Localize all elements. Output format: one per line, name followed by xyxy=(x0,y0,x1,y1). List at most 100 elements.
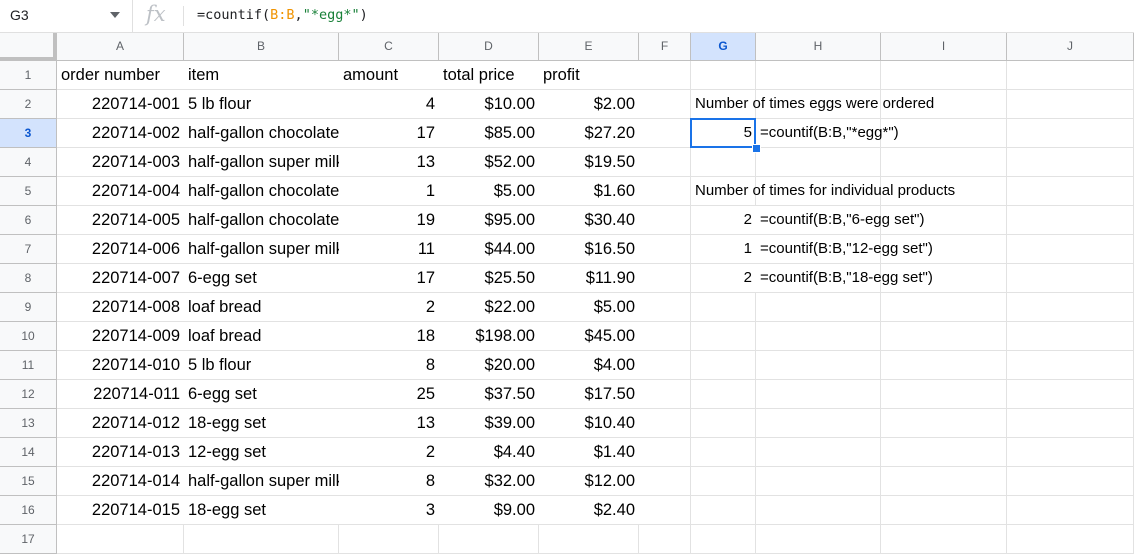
column-header-g[interactable]: G xyxy=(691,33,756,61)
column-header-d[interactable]: D xyxy=(439,33,539,61)
grid-cell[interactable] xyxy=(1007,148,1134,177)
grid-cell[interactable] xyxy=(881,380,1007,409)
grid-cell[interactable] xyxy=(639,264,691,293)
row-header-7[interactable]: 7 xyxy=(0,235,57,264)
grid-cell[interactable] xyxy=(639,148,691,177)
grid-cell[interactable] xyxy=(339,525,439,554)
grid-cell[interactable] xyxy=(639,467,691,496)
grid-cell[interactable] xyxy=(691,380,756,409)
name-box[interactable]: G3 xyxy=(0,0,133,32)
grid-cell[interactable] xyxy=(1007,293,1134,322)
column-header-a[interactable]: A xyxy=(57,33,184,61)
grid-cell[interactable] xyxy=(756,467,881,496)
grid-cell[interactable] xyxy=(756,409,881,438)
row-header-8[interactable]: 8 xyxy=(0,264,57,293)
grid-cell[interactable] xyxy=(756,293,881,322)
grid-cell[interactable] xyxy=(639,119,691,148)
grid-cell[interactable] xyxy=(881,467,1007,496)
grid-cell[interactable] xyxy=(639,293,691,322)
grid-cell[interactable] xyxy=(1007,496,1134,525)
grid-cell[interactable] xyxy=(881,409,1007,438)
grid-cell[interactable] xyxy=(639,525,691,554)
grid-cell[interactable] xyxy=(1007,525,1134,554)
grid-cell[interactable] xyxy=(184,525,339,554)
fill-handle[interactable] xyxy=(752,144,761,153)
grid-cell[interactable] xyxy=(639,235,691,264)
grid-cell[interactable] xyxy=(1007,467,1134,496)
row-header-16[interactable]: 16 xyxy=(0,496,57,525)
grid-cell[interactable] xyxy=(881,438,1007,467)
grid-cell[interactable] xyxy=(639,206,691,235)
column-header-b[interactable]: B xyxy=(184,33,339,61)
row-header-4[interactable]: 4 xyxy=(0,148,57,177)
column-header-e[interactable]: E xyxy=(539,33,639,61)
grid-cell[interactable] xyxy=(756,438,881,467)
grid-cell[interactable] xyxy=(756,351,881,380)
grid-cell[interactable] xyxy=(639,380,691,409)
row-header-11[interactable]: 11 xyxy=(0,351,57,380)
grid-cell[interactable] xyxy=(756,496,881,525)
row-header-12[interactable]: 12 xyxy=(0,380,57,409)
row-header-13[interactable]: 13 xyxy=(0,409,57,438)
grid-cell[interactable] xyxy=(1007,351,1134,380)
row-header-6[interactable]: 6 xyxy=(0,206,57,235)
grid-cell[interactable] xyxy=(1007,380,1134,409)
grid-cell[interactable] xyxy=(881,293,1007,322)
grid-cell[interactable] xyxy=(691,351,756,380)
grid-cell[interactable] xyxy=(1007,206,1134,235)
grid-cell[interactable] xyxy=(639,90,691,119)
grid-cell[interactable] xyxy=(1007,409,1134,438)
grid-cell[interactable] xyxy=(756,380,881,409)
grid-cell[interactable] xyxy=(691,322,756,351)
grid-cell[interactable] xyxy=(691,496,756,525)
column-header-i[interactable]: I xyxy=(881,33,1007,61)
column-header-f[interactable]: F xyxy=(639,33,691,61)
grid-cell[interactable] xyxy=(1007,61,1134,90)
chevron-down-icon[interactable] xyxy=(110,12,120,18)
grid-cell[interactable] xyxy=(691,148,756,177)
row-header-3[interactable]: 3 xyxy=(0,119,57,148)
grid-cell[interactable] xyxy=(639,409,691,438)
grid-cell[interactable] xyxy=(691,525,756,554)
select-all-corner[interactable] xyxy=(0,33,57,61)
grid-cell[interactable] xyxy=(1007,322,1134,351)
grid-cell[interactable] xyxy=(639,351,691,380)
grid-cell[interactable] xyxy=(639,177,691,206)
formula-input[interactable]: =countif(B:B,"*egg*") xyxy=(197,7,368,23)
grid-cell[interactable] xyxy=(1007,235,1134,264)
grid-cell[interactable] xyxy=(57,525,184,554)
grid-cell[interactable] xyxy=(881,351,1007,380)
grid-cell[interactable] xyxy=(881,525,1007,554)
grid-cell[interactable] xyxy=(439,525,539,554)
grid-cell[interactable] xyxy=(1007,438,1134,467)
grid-cell[interactable] xyxy=(881,496,1007,525)
grid-cell[interactable] xyxy=(639,322,691,351)
grid-cell[interactable] xyxy=(756,148,881,177)
column-header-j[interactable]: J xyxy=(1007,33,1134,61)
row-header-5[interactable]: 5 xyxy=(0,177,57,206)
grid-cell[interactable] xyxy=(691,293,756,322)
grid-cell[interactable] xyxy=(881,322,1007,351)
grid-cell[interactable] xyxy=(881,61,1007,90)
grid-cell[interactable] xyxy=(691,467,756,496)
row-header-15[interactable]: 15 xyxy=(0,467,57,496)
column-header-c[interactable]: C xyxy=(339,33,439,61)
grid-cell[interactable] xyxy=(691,61,756,90)
column-header-h[interactable]: H xyxy=(756,33,881,61)
grid-cell[interactable] xyxy=(539,525,639,554)
grid-cell[interactable] xyxy=(639,61,691,90)
grid-cell[interactable] xyxy=(1007,90,1134,119)
row-header-1[interactable]: 1 xyxy=(0,61,57,90)
grid-cell[interactable] xyxy=(881,148,1007,177)
grid-cell[interactable] xyxy=(691,438,756,467)
row-header-10[interactable]: 10 xyxy=(0,322,57,351)
grid-cell[interactable] xyxy=(639,438,691,467)
grid-cell[interactable] xyxy=(756,322,881,351)
grid-cell[interactable] xyxy=(756,61,881,90)
row-header-2[interactable]: 2 xyxy=(0,90,57,119)
row-header-9[interactable]: 9 xyxy=(0,293,57,322)
row-header-17[interactable]: 17 xyxy=(0,525,57,554)
grid-cell[interactable] xyxy=(691,409,756,438)
grid-cell[interactable] xyxy=(1007,119,1134,148)
grid-cell[interactable] xyxy=(756,525,881,554)
